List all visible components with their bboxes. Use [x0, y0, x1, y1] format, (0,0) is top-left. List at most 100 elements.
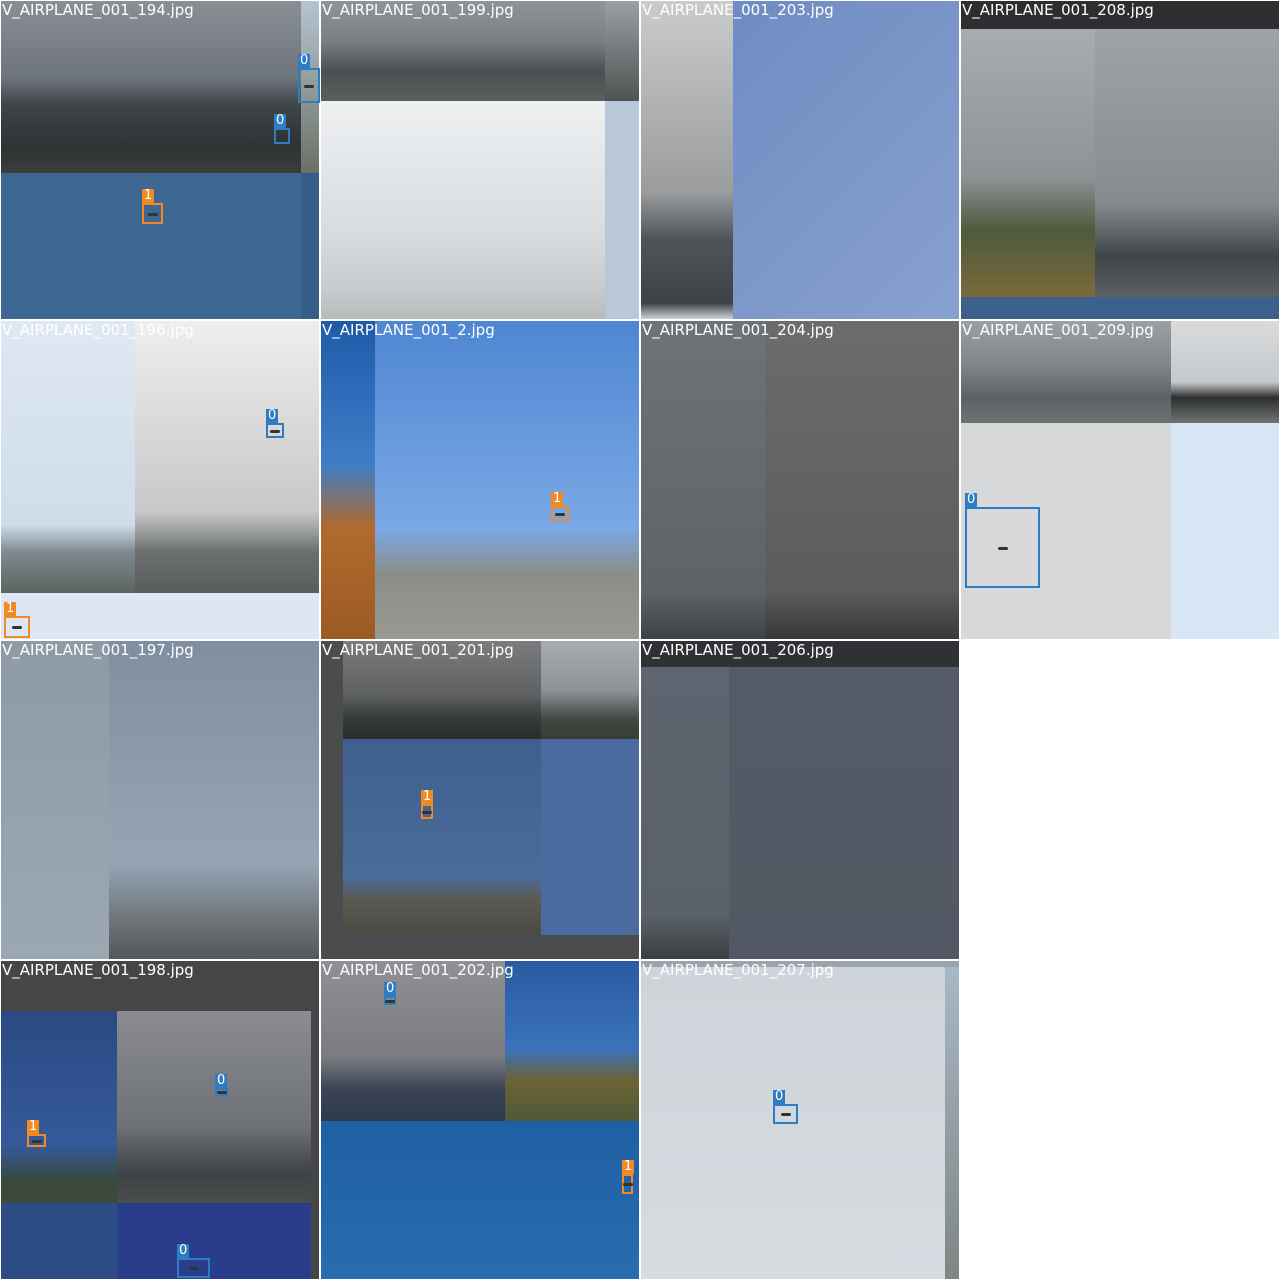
tile-filename: V_AIRPLANE_001_2.jpg — [322, 321, 495, 339]
bounding-box-class-0: 0 — [773, 1090, 798, 1124]
mosaic-grid: V_AIRPLANE_001_194.jpg V_AIRPLANE_001_199… — [0, 0, 1280, 1280]
image-region — [343, 739, 541, 935]
image-region — [1171, 321, 1279, 423]
image-tile — [961, 961, 1279, 1279]
image-region — [765, 321, 959, 639]
aircraft-icon — [555, 512, 565, 516]
image-region — [541, 641, 639, 739]
image-region — [321, 101, 605, 319]
image-tile: V_AIRPLANE_001_206.jpg — [641, 641, 959, 959]
image-region — [301, 173, 319, 319]
image-region — [1171, 423, 1279, 639]
image-region — [321, 321, 375, 639]
image-region — [961, 29, 1095, 297]
image-tile: V_AIRPLANE_001_209.jpg — [961, 321, 1279, 639]
image-tile: V_AIRPLANE_001_208.jpg — [961, 1, 1279, 319]
image-tile: V_AIRPLANE_001_198.jpg — [1, 961, 319, 1279]
image-region — [117, 1203, 311, 1279]
image-region — [1, 1, 301, 173]
tile-filename: V_AIRPLANE_001_207.jpg — [642, 961, 834, 979]
bounding-box-label: 1 — [142, 188, 155, 203]
image-region — [541, 739, 639, 935]
aircraft-icon — [304, 84, 314, 88]
tile-filename: V_AIRPLANE_001_199.jpg — [322, 1, 514, 19]
image-tile: V_AIRPLANE_001_203.jpg — [641, 1, 959, 319]
bounding-box-class-0: 0 — [274, 114, 290, 144]
tile-filename: V_AIRPLANE_001_209.jpg — [962, 321, 1154, 339]
image-tile: V_AIRPLANE_001_2.jpg — [321, 321, 639, 639]
tile-filename: V_AIRPLANE_001_206.jpg — [642, 641, 834, 659]
tile-filename: V_AIRPLANE_001_198.jpg — [2, 961, 194, 979]
bounding-box-label: 1 — [421, 789, 434, 804]
image-region — [1, 321, 135, 593]
image-tile: V_AIRPLANE_001_207.jpg — [641, 961, 959, 1279]
image-region — [1, 641, 109, 959]
image-region — [1, 1011, 117, 1203]
aircraft-icon — [385, 999, 395, 1003]
aircraft-icon — [780, 1113, 791, 1116]
image-tile — [961, 641, 1279, 959]
image-tile: V_AIRPLANE_001_204.jpg — [641, 321, 959, 639]
image-region — [1095, 29, 1279, 297]
bounding-box-class-1: 1 — [27, 1120, 46, 1147]
image-tile: V_AIRPLANE_001_197.jpg — [1, 641, 319, 959]
bounding-box-label: 0 — [274, 113, 287, 128]
aircraft-icon — [216, 1091, 227, 1094]
bounding-box-label: 0 — [965, 492, 978, 507]
aircraft-icon — [277, 135, 287, 138]
aircraft-icon — [270, 429, 280, 433]
image-region — [961, 297, 1279, 319]
tile-filename: V_AIRPLANE_001_208.jpg — [962, 1, 1154, 19]
image-tile: V_AIRPLANE_001_202.jpg — [321, 961, 639, 1279]
aircraft-icon — [188, 1267, 199, 1270]
image-region — [945, 967, 959, 1279]
bounding-box-class-1: 1 — [142, 189, 163, 224]
tile-filename: V_AIRPLANE_001_196.jpg — [2, 321, 194, 339]
image-region — [733, 1, 959, 319]
image-region — [605, 101, 639, 319]
bounding-box-class-1: 1 — [622, 1160, 635, 1194]
image-region — [109, 641, 319, 959]
aircraft-icon — [12, 626, 22, 629]
aircraft-icon — [997, 546, 1008, 550]
image-region — [641, 667, 729, 959]
bounding-box-class-1: 1 — [551, 492, 569, 521]
image-region — [1, 593, 319, 639]
bounding-box-label: 0 — [266, 408, 279, 423]
image-region — [321, 1121, 639, 1279]
image-tile: V_AIRPLANE_001_194.jpg — [1, 1, 319, 319]
image-region — [605, 1, 639, 101]
bounding-box-label: 1 — [4, 601, 17, 616]
bounding-box-label: 0 — [773, 1089, 786, 1104]
tile-filename: V_AIRPLANE_001_204.jpg — [642, 321, 834, 339]
image-region — [505, 961, 639, 1121]
bounding-box-label: 1 — [551, 491, 564, 506]
image-region — [729, 667, 959, 959]
bounding-box-class-0: 0 — [298, 54, 320, 103]
bounding-box-class-1: 1 — [4, 602, 30, 638]
bounding-box-class-0: 0 — [965, 493, 1040, 588]
image-region — [321, 961, 505, 1121]
tile-filename: V_AIRPLANE_001_197.jpg — [2, 641, 194, 659]
bounding-box-label: 0 — [298, 53, 311, 68]
aircraft-icon — [147, 212, 158, 216]
tile-filename: V_AIRPLANE_001_194.jpg — [2, 1, 194, 19]
tile-filename: V_AIRPLANE_001_201.jpg — [322, 641, 514, 659]
tile-filename: V_AIRPLANE_001_202.jpg — [322, 961, 514, 979]
aircraft-icon — [31, 1139, 42, 1143]
bounding-box-class-1: 1 — [421, 790, 434, 819]
bounding-box-class-0: 0 — [215, 1074, 228, 1096]
image-tile: V_AIRPLANE_001_199.jpg — [321, 1, 639, 319]
bounding-box-class-0: 0 — [266, 409, 284, 438]
aircraft-icon — [622, 1183, 633, 1186]
image-region — [641, 1, 733, 319]
image-region — [641, 321, 765, 639]
bounding-box-label: 0 — [177, 1243, 190, 1258]
image-region — [117, 1011, 311, 1203]
image-region — [375, 321, 639, 639]
image-region — [1, 1203, 117, 1279]
image-tile: V_AIRPLANE_001_196.jpg — [1, 321, 319, 639]
image-region — [135, 321, 319, 593]
bounding-box-label: 1 — [622, 1159, 635, 1174]
bounding-box-class-0: 0 — [384, 982, 397, 1005]
